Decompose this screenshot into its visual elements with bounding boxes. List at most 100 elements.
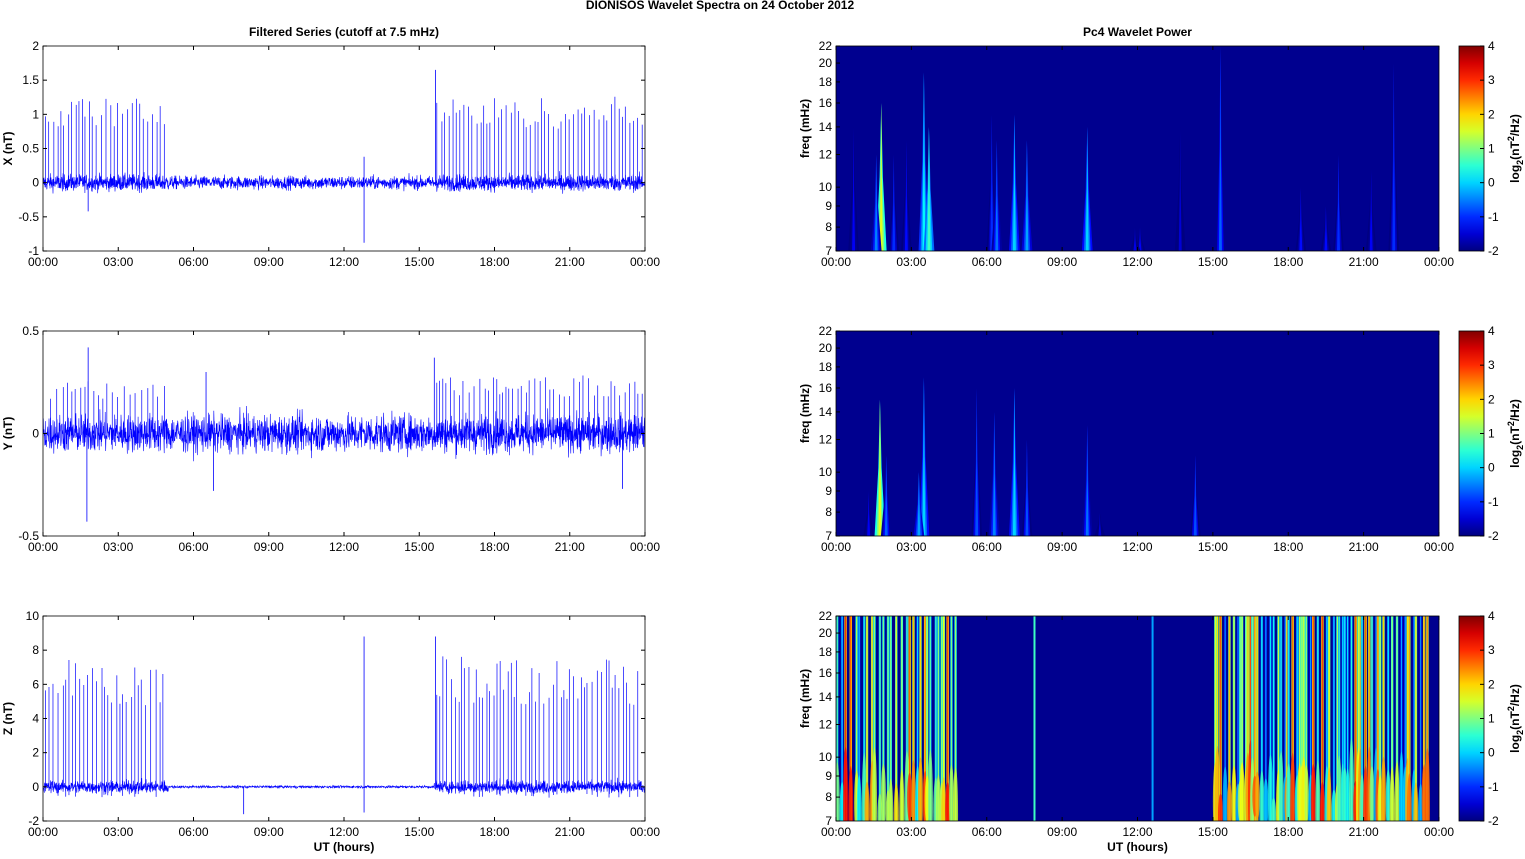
y-tick-label: 2 [32, 746, 39, 760]
y-tick-label: 0.5 [22, 324, 39, 338]
x-tick-label: 06:00 [972, 825, 1002, 839]
colorbar-tick-label: -1 [1488, 495, 1499, 509]
x-tick-label: 12:00 [1122, 255, 1152, 269]
timeseries-panel-x: -1-0.500.511.52X (nT)00:00 03:00 06:00 09:0… [1, 25, 660, 269]
y-tick-label: 6 [32, 677, 39, 691]
power-streak [1151, 616, 1154, 821]
y-axis-label: X (nT) [1, 132, 15, 166]
x-tick-label: 09:00 [254, 825, 284, 839]
colorbar-label: log2(nT2/Hz) [1506, 399, 1525, 468]
y-tick-label: 12 [819, 148, 833, 162]
x-tick-label: 09:00 [1047, 255, 1077, 269]
x-tick-label: 21:00 [1349, 825, 1379, 839]
power-blob [1263, 778, 1269, 821]
x-tick-label: 03:00 [896, 825, 926, 839]
power-blob [880, 763, 886, 821]
x-tick-label: 12:00 [329, 255, 359, 269]
x-tick-label: 03:00 [103, 540, 133, 554]
y-tick-label: 16 [819, 381, 833, 395]
y-tick-label: 10 [819, 750, 833, 764]
y-tick-label: 1.5 [22, 73, 39, 87]
power-streak [1273, 616, 1275, 821]
x-tick-label: 00:00 [821, 540, 851, 554]
x-tick-label: 12:00 [1122, 540, 1152, 554]
y-axis-label: Y (nT) [1, 417, 15, 451]
x-tick-label: 21:00 [555, 540, 585, 554]
x-tick-label: 00:00 [1424, 825, 1454, 839]
power-blob [888, 778, 894, 821]
figure: DIONISOS Wavelet Spectra on 24 October 2… [1, 0, 1525, 854]
x-tick-label: 00:00 [630, 825, 660, 839]
colorbar-tick-label: -2 [1488, 529, 1499, 543]
x-tick-label: 18:00 [1273, 255, 1303, 269]
colorbar: -2 -1 0 1 2 3 4 log2(nT2/Hz) [1458, 324, 1525, 543]
x-tick-label: 21:00 [555, 825, 585, 839]
y-tick-label: 8 [825, 790, 832, 804]
y-tick-label: 2 [32, 39, 39, 53]
x-tick-label: 15:00 [404, 540, 434, 554]
y-tick-label: 16 [819, 666, 833, 680]
y-tick-label: 12 [819, 433, 833, 447]
colorbar-tick-label: 4 [1488, 609, 1495, 623]
x-tick-label: 18:00 [479, 255, 509, 269]
x-tick-label: 00:00 [1424, 540, 1454, 554]
y-tick-label: 0.5 [22, 142, 39, 156]
power-streak [1033, 616, 1036, 821]
colorbar-tick-label: 3 [1488, 358, 1495, 372]
panel-title: Pc4 Wavelet Power [1083, 25, 1192, 39]
y-tick-label: 9 [825, 769, 832, 783]
wavelet-panel-2: 78910121416182022freq (mHz)00:00 03:00 06:… [798, 324, 1525, 554]
power-blob [1413, 782, 1419, 821]
x-tick-label: 18:00 [479, 540, 509, 554]
power-blob [1381, 756, 1387, 821]
x-tick-label: 06:00 [178, 540, 208, 554]
y-axis-label: Z (nT) [1, 702, 15, 735]
colorbar: -2 -1 0 1 2 3 4 log2(nT2/Hz) [1458, 609, 1525, 828]
y-tick-label: 9 [825, 199, 832, 213]
x-tick-label: 06:00 [178, 825, 208, 839]
wavelet-panel-3: 78910121416182022freq (mHz)00:00 03:00 06:… [798, 609, 1525, 854]
colorbar-tick-label: -2 [1488, 244, 1499, 258]
y-tick-label: 12 [819, 718, 833, 732]
colorbar-tick-label: -1 [1488, 780, 1499, 794]
panel-title: Filtered Series (cutoff at 7.5 mHz) [249, 25, 439, 39]
colorbar-tick-label: -1 [1488, 210, 1499, 224]
timeseries-panel-y: -0.500.5Y (nT)00:00 03:00 06:00 09:00 12:00 1… [1, 324, 660, 554]
wavelet-panel-1: 78910121416182022freq (mHz)00:00 03:00 06:… [798, 25, 1525, 269]
power-blob [1319, 782, 1325, 821]
y-tick-label: 10 [26, 609, 40, 623]
y-tick-label: 14 [819, 405, 833, 419]
y-tick-label: 0 [32, 780, 39, 794]
power-blob [864, 781, 870, 821]
colorbar-tick-label: -2 [1488, 814, 1499, 828]
y-tick-label: 18 [819, 645, 833, 659]
colorbar-tick-label: 2 [1488, 107, 1495, 121]
colorbar-tick-label: 1 [1488, 427, 1495, 441]
y-tick-label: 14 [819, 690, 833, 704]
x-tick-label: 15:00 [404, 825, 434, 839]
x-tick-label: 12:00 [329, 540, 359, 554]
x-tick-label: 00:00 [821, 255, 851, 269]
y-tick-label: 14 [819, 120, 833, 134]
y-tick-label: 18 [819, 360, 833, 374]
colorbar-tick-label: 2 [1488, 392, 1495, 406]
power-blob [1267, 754, 1273, 821]
colorbar-tick-label: 0 [1488, 176, 1495, 190]
x-tick-label: 15:00 [1198, 255, 1228, 269]
y-tick-label: 22 [819, 609, 833, 623]
x-tick-label: 21:00 [1349, 255, 1379, 269]
colorbar-tick-label: 0 [1488, 746, 1495, 760]
x-tick-label: 03:00 [103, 825, 133, 839]
y-tick-label: 8 [32, 643, 39, 657]
x-tick-label: 15:00 [404, 255, 434, 269]
colorbar-tick-label: 3 [1488, 73, 1495, 87]
colorbar-tick-label: 4 [1488, 324, 1495, 338]
power-blob [1303, 764, 1309, 821]
power-blob [1394, 761, 1400, 821]
colorbar-label: log2(nT2/Hz) [1506, 114, 1525, 183]
power-blob [1239, 761, 1245, 821]
colorbar-tick-label: 2 [1488, 677, 1495, 691]
y-tick-label: 10 [819, 465, 833, 479]
power-streak [1219, 616, 1222, 821]
y-tick-label: 9 [825, 484, 832, 498]
